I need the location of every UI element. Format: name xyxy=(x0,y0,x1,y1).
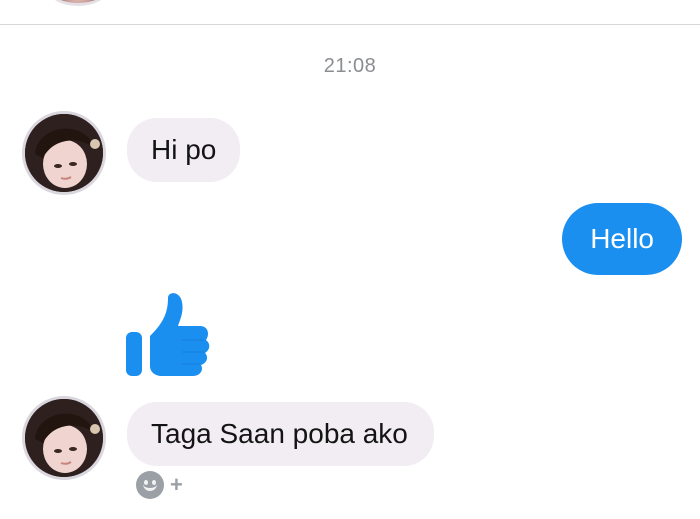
thumbs-up-icon[interactable] xyxy=(122,288,212,380)
smiley-icon xyxy=(136,471,164,499)
message-text: Taga Saan poba ako xyxy=(151,418,408,449)
add-reaction-button[interactable]: + xyxy=(136,470,200,500)
incoming-message-bubble[interactable]: Taga Saan poba ako xyxy=(127,402,434,466)
plus-icon: + xyxy=(170,472,183,497)
message-text: Hi po xyxy=(151,134,217,165)
incoming-message-bubble[interactable]: Hi po xyxy=(127,118,241,182)
header-divider xyxy=(0,24,700,25)
outgoing-message-bubble[interactable]: Hello xyxy=(562,203,682,275)
contact-avatar-partial[interactable] xyxy=(50,0,106,6)
message-timestamp: 21:08 xyxy=(323,55,377,77)
message-text: Hello xyxy=(590,223,654,254)
contact-avatar[interactable] xyxy=(22,396,106,480)
contact-avatar[interactable] xyxy=(22,111,106,195)
chat-screen: 21:08 Hi po Hello Taga Saan poba ako + xyxy=(0,0,700,519)
